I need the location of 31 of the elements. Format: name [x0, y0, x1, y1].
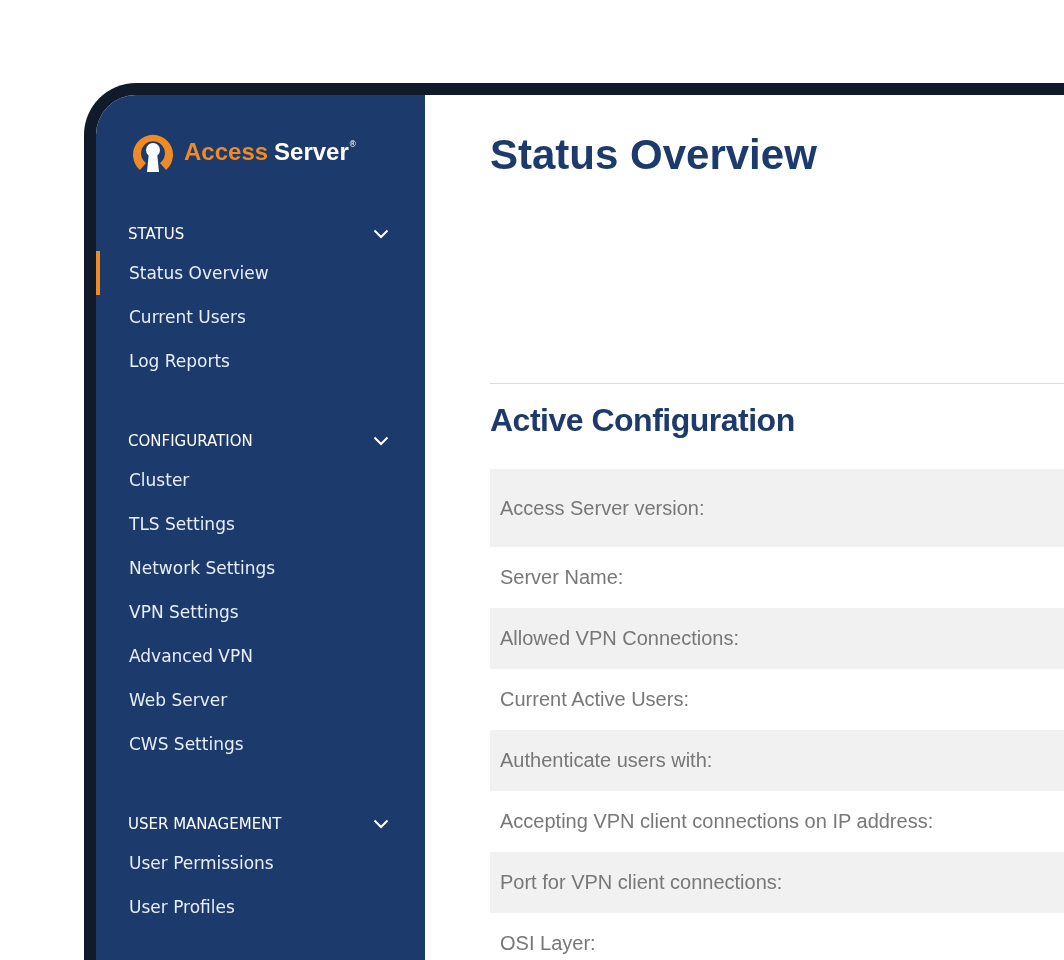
- nav-link[interactable]: TLS Settings: [96, 502, 425, 546]
- config-label: Authenticate users with:: [500, 749, 713, 772]
- nav-link[interactable]: Cluster: [96, 458, 425, 502]
- nav-link[interactable]: VPN Settings: [96, 590, 425, 634]
- chevron-icon[interactable]: [373, 819, 389, 829]
- section-heading[interactable]: USER MANAGEMENT: [128, 815, 282, 833]
- nav-link[interactable]: User Profiles: [96, 885, 425, 929]
- config-label: OSI Layer:: [500, 932, 596, 955]
- chevron-icon[interactable]: [373, 436, 389, 446]
- nav-link[interactable]: Web Server: [96, 678, 425, 722]
- config-label: Server Name:: [500, 566, 624, 589]
- section-heading[interactable]: CONFIGURATION: [128, 432, 253, 450]
- section-heading[interactable]: STATUS: [128, 225, 185, 243]
- config-label: Accepting VPN client connections on IP address:: [500, 810, 934, 833]
- nav-link[interactable]: Status Overview: [96, 251, 425, 295]
- nav-link[interactable]: Log Reports: [96, 339, 425, 383]
- nav-link[interactable]: CWS Settings: [96, 722, 425, 766]
- config-label: Current Active Users:: [500, 688, 689, 711]
- nav-link[interactable]: Advanced VPN: [96, 634, 425, 678]
- page-title: Status Overview: [490, 131, 818, 179]
- config-label: Access Server version:: [500, 496, 705, 520]
- logo-product-text: Server: [274, 138, 349, 166]
- nav-link[interactable]: Current Users: [96, 295, 425, 339]
- chevron-icon[interactable]: [373, 229, 389, 239]
- section-title: Active Configuration: [490, 402, 796, 439]
- config-label: Allowed VPN Connections:: [500, 627, 739, 650]
- registered-mark: ®: [348, 140, 357, 149]
- logo-brand-text: Access: [184, 138, 269, 166]
- config-label: Port for VPN client connections:: [500, 871, 783, 894]
- nav-link[interactable]: User Permissions: [96, 841, 425, 885]
- nav-link[interactable]: Network Settings: [96, 546, 425, 590]
